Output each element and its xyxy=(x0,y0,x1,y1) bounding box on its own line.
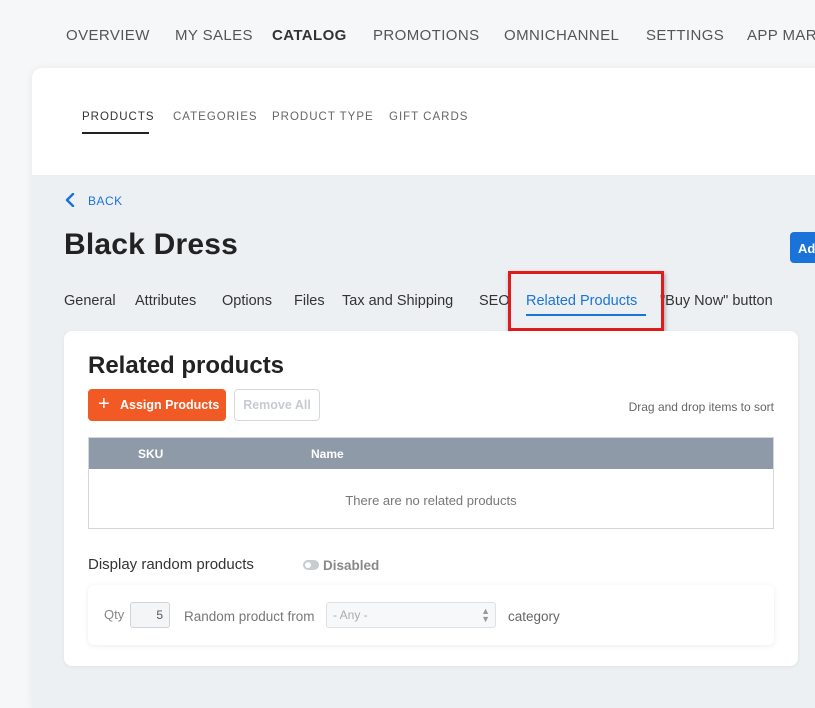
back-label: BACK xyxy=(88,194,123,208)
random-products-settings: Qty 5 Random product from - Any - ▲ ▼ cat… xyxy=(88,585,774,645)
subtab-products[interactable]: PRODUCTS xyxy=(82,111,155,123)
nav-overview[interactable]: OVERVIEW xyxy=(66,27,150,44)
toggle-icon[interactable] xyxy=(303,560,319,570)
toggle-state[interactable]: Disabled xyxy=(323,558,379,573)
column-sku: SKU xyxy=(138,447,164,461)
table-header: SKU Name xyxy=(89,438,773,469)
main-panel: PRODUCTS CATEGORIES PRODUCT TYPE GIFT CA… xyxy=(32,68,815,708)
nav-my-sales[interactable]: MY SALES xyxy=(175,27,253,44)
random-products-label: Display random products xyxy=(88,556,254,573)
column-name: Name xyxy=(311,447,344,461)
tab-files[interactable]: Files xyxy=(294,293,325,309)
related-products-table: SKU Name There are no related products xyxy=(88,437,774,529)
tab-general[interactable]: General xyxy=(64,293,116,309)
empty-state: There are no related products xyxy=(345,493,517,508)
page-title: Black Dress xyxy=(64,228,238,261)
section-title: Related products xyxy=(88,352,285,379)
remove-all-button[interactable]: Remove All xyxy=(234,389,320,421)
tab-tax-and-shipping[interactable]: Tax and Shipping xyxy=(342,293,453,309)
nav-omnichannel[interactable]: OMNICHANNEL xyxy=(504,27,619,44)
nav-settings[interactable]: SETTINGS xyxy=(646,27,724,44)
related-products-card: Related products + Assign Products Remov… xyxy=(64,331,798,666)
nav-promotions[interactable]: PROMOTIONS xyxy=(373,27,480,44)
category-suffix: category xyxy=(508,609,560,624)
subtab-product-type[interactable]: PRODUCT TYPE xyxy=(272,111,374,123)
chevron-left-icon xyxy=(65,193,75,207)
sort-hint: Drag and drop items to sort xyxy=(628,400,774,414)
tab-buy-now-button[interactable]: "Buy Now" button xyxy=(660,293,773,309)
subtab-gift-cards[interactable]: GIFT CARDS xyxy=(389,111,468,123)
category-select[interactable]: - Any - ▲ ▼ xyxy=(326,602,496,628)
tab-attributes[interactable]: Attributes xyxy=(135,293,196,309)
assign-products-label: Assign Products xyxy=(120,398,220,412)
plus-icon: + xyxy=(98,393,110,415)
assign-products-button[interactable]: + Assign Products xyxy=(88,389,226,421)
qty-label: Qty xyxy=(104,607,125,622)
nav-app-market[interactable]: APP MARK xyxy=(747,27,815,44)
select-arrows-icon: ▲ ▼ xyxy=(481,606,490,624)
add-button[interactable]: Ad xyxy=(790,232,815,263)
tab-seo[interactable]: SEO xyxy=(479,293,510,309)
active-subtab-indicator xyxy=(82,132,149,134)
highlight-box xyxy=(508,271,664,331)
catalog-subnav: PRODUCTS CATEGORIES PRODUCT TYPE GIFT CA… xyxy=(32,68,815,175)
tab-options[interactable]: Options xyxy=(222,293,272,309)
top-navigation: OVERVIEW MY SALES CATALOG PROMOTIONS OMN… xyxy=(0,0,815,70)
random-from-label: Random product from xyxy=(184,609,315,624)
nav-catalog[interactable]: CATALOG xyxy=(272,27,347,44)
category-select-value: - Any - xyxy=(333,608,368,622)
qty-input[interactable]: 5 xyxy=(130,602,170,628)
subtab-categories[interactable]: CATEGORIES xyxy=(173,111,258,123)
